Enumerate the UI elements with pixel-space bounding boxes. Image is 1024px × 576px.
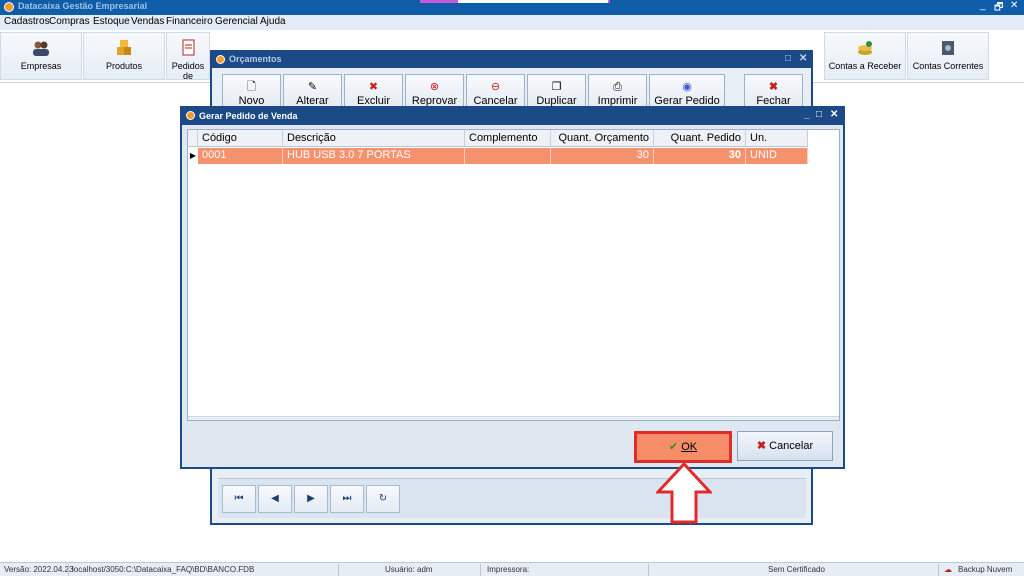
menu-cadastros[interactable]: Cadastros bbox=[4, 16, 50, 27]
table-row[interactable]: ▶ 0001 HUB USB 3.0 7 PORTAS 30 30 UNID bbox=[188, 148, 808, 164]
dialog-title-bar: Gerar Pedido de Venda _ □ ✕ bbox=[182, 108, 843, 125]
cancel-icon: ⊖ bbox=[490, 81, 501, 93]
orcamentos-title: Orçamentos bbox=[229, 54, 282, 64]
first-record-button[interactable]: ⏮ bbox=[222, 485, 256, 513]
safe-icon bbox=[942, 41, 954, 55]
title-accent-light bbox=[458, 0, 608, 3]
cloud-icon: ☁ bbox=[944, 565, 952, 574]
status-backup[interactable]: Backup Nuvem bbox=[958, 565, 1012, 574]
orcamentos-maximize-button[interactable]: □ bbox=[785, 53, 791, 64]
status-separator bbox=[648, 564, 649, 576]
row-indicator-icon: ▶ bbox=[188, 148, 198, 164]
edit-icon: ✎ bbox=[307, 81, 318, 93]
app-title: Datacaixa Gestão Empresarial bbox=[18, 1, 148, 11]
orcamentos-close-button[interactable]: ✕ bbox=[799, 53, 807, 64]
menu-estoque[interactable]: Estoque bbox=[93, 16, 130, 27]
close-button[interactable]: ✕ bbox=[1010, 0, 1018, 11]
next-record-button[interactable]: ▶ bbox=[294, 485, 328, 513]
app-title-bar: Datacaixa Gestão Empresarial _ 🗗 ✕ bbox=[0, 0, 1024, 15]
delete-icon: ✖ bbox=[368, 81, 379, 93]
contas-correntes-button[interactable]: Contas Correntes bbox=[907, 32, 989, 80]
minimize-button[interactable]: _ bbox=[980, 0, 986, 11]
ok-button[interactable]: ✔ OK bbox=[634, 431, 732, 463]
status-versao: Versão: 2022.04.23 bbox=[4, 565, 74, 574]
cell-complemento[interactable] bbox=[465, 148, 551, 164]
pedidos-button[interactable]: Pedidos de bbox=[166, 32, 210, 81]
status-bar: Versão: 2022.04.23 localhost/3050:C:\Dat… bbox=[0, 562, 1024, 576]
boxes-icon bbox=[117, 40, 131, 55]
status-impressora: Impressora: bbox=[487, 565, 530, 574]
dialog-close-button[interactable]: ✕ bbox=[830, 109, 838, 120]
col-descricao[interactable]: Descrição bbox=[283, 130, 465, 147]
menu-financeiro[interactable]: Financeiro bbox=[166, 16, 213, 27]
empresas-button[interactable]: Empresas bbox=[0, 32, 82, 80]
close-x-icon: ✖ bbox=[768, 81, 779, 93]
status-banco: localhost/3050:C:\Datacaixa_FAQ\BD\BANCO… bbox=[72, 565, 255, 574]
cell-codigo[interactable]: 0001 bbox=[198, 148, 283, 164]
last-record-button[interactable]: ⏭ bbox=[330, 485, 364, 513]
status-separator bbox=[938, 564, 939, 576]
printer-icon: ⎙ bbox=[613, 81, 622, 93]
menu-bar: Cadastros Compras Estoque Vendas Finance… bbox=[0, 15, 1024, 30]
contas-receber-button[interactable]: Contas a Receber bbox=[824, 32, 906, 80]
dialog-title: Gerar Pedido de Venda bbox=[199, 111, 298, 121]
reject-icon: ⊗ bbox=[429, 81, 440, 93]
dialog-button-bar: ✔ OK ✖ Cancelar bbox=[187, 423, 840, 465]
items-grid[interactable]: Código Descrição Complemento Quant. Orça… bbox=[187, 129, 840, 421]
menu-vendas[interactable]: Vendas bbox=[131, 16, 164, 27]
cell-un[interactable]: UNID bbox=[746, 148, 808, 164]
cell-quant-orcamento[interactable]: 30 bbox=[551, 148, 654, 164]
generate-icon: ◉ bbox=[682, 81, 692, 93]
indicator-header bbox=[188, 130, 198, 147]
orcamentos-title-bar: Orçamentos □ ✕ bbox=[212, 52, 811, 68]
navigation-bar: ⏮ ◀ ▶ ⏭ ↻ bbox=[218, 478, 806, 518]
grid-footer bbox=[188, 416, 839, 420]
col-quant-orcamento[interactable]: Quant. Orçamento bbox=[551, 130, 654, 147]
status-certificado: Sem Certificado bbox=[768, 565, 825, 574]
produtos-button[interactable]: Produtos bbox=[83, 32, 165, 80]
col-un[interactable]: Un. bbox=[746, 130, 808, 147]
app-logo-icon bbox=[4, 2, 14, 12]
menu-ajuda[interactable]: Ajuda bbox=[260, 16, 286, 27]
cancel-x-icon: ✖ bbox=[756, 440, 767, 452]
window-logo-icon bbox=[216, 55, 225, 64]
prev-record-button[interactable]: ◀ bbox=[258, 485, 292, 513]
status-separator bbox=[480, 564, 481, 576]
col-complemento[interactable]: Complemento bbox=[465, 130, 551, 147]
status-usuario: Usuário: adm bbox=[385, 565, 433, 574]
users-icon bbox=[33, 41, 49, 56]
menu-compras[interactable]: Compras bbox=[49, 16, 90, 27]
coins-icon bbox=[858, 41, 872, 55]
dialog-maximize-button[interactable]: □ bbox=[816, 109, 822, 120]
document-icon bbox=[182, 39, 195, 56]
cell-descricao[interactable]: HUB USB 3.0 7 PORTAS bbox=[283, 148, 465, 164]
menu-gerencial[interactable]: Gerencial bbox=[215, 16, 258, 27]
cell-quant-pedido[interactable]: 30 bbox=[654, 148, 746, 164]
status-separator bbox=[338, 564, 339, 576]
status-separator bbox=[68, 564, 69, 576]
refresh-button[interactable]: ↻ bbox=[366, 485, 400, 513]
check-icon: ✔ bbox=[668, 441, 679, 453]
grid-header: Código Descrição Complemento Quant. Orça… bbox=[188, 130, 808, 147]
gerar-pedido-dialog: Gerar Pedido de Venda _ □ ✕ Código Descr… bbox=[180, 106, 845, 469]
red-arrow-annotation bbox=[656, 462, 712, 524]
new-document-icon: 🗋 bbox=[247, 81, 256, 93]
col-codigo[interactable]: Código bbox=[198, 130, 283, 147]
dialog-minimize-button[interactable]: _ bbox=[804, 109, 810, 120]
cancel-button[interactable]: ✖ Cancelar bbox=[737, 431, 833, 461]
dialog-logo-icon bbox=[186, 111, 195, 120]
col-quant-pedido[interactable]: Quant. Pedido bbox=[654, 130, 746, 147]
copy-icon: ❐ bbox=[551, 81, 562, 93]
